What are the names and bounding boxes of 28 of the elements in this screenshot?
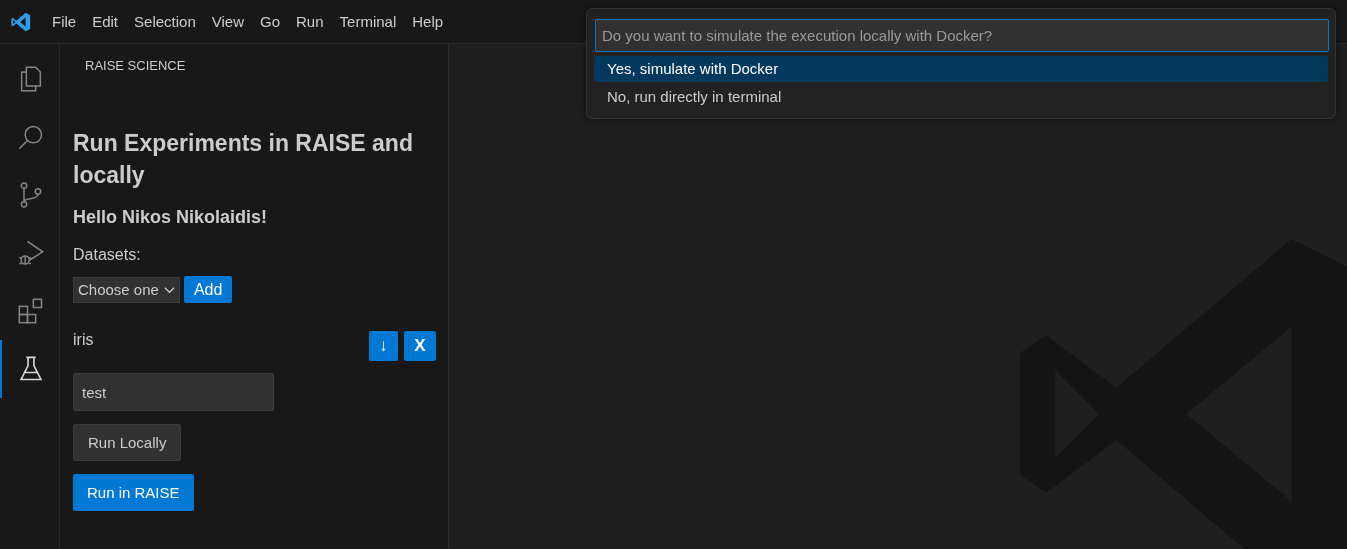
search-icon <box>16 123 45 151</box>
menu-item[interactable]: Edit <box>86 13 125 30</box>
greeting-text: Hello Nikos Nikolaidis! <box>73 207 269 228</box>
panel-heading: Run Experiments in RAISE and locally <box>73 129 414 190</box>
name-input-field[interactable]: test <box>73 373 274 411</box>
chevron-down-icon <box>163 285 175 294</box>
download-button[interactable]: ↓ <box>369 331 398 361</box>
quick-pick-option[interactable]: No, run directly in terminal <box>594 84 1328 110</box>
app-logo-icon <box>10 10 32 33</box>
extensions-icon <box>16 297 45 325</box>
datasets-label: Datasets: <box>73 246 142 264</box>
menu-item[interactable]: Selection <box>128 13 202 30</box>
dataset-dropdown[interactable]: Choose one <box>73 276 180 303</box>
sidebar-title: RAISE SCIENCE <box>84 57 187 75</box>
run-debug-icon <box>16 239 45 267</box>
menu-item[interactable]: View <box>205 13 250 30</box>
run-button[interactable]: Run in RAISE <box>73 474 194 511</box>
menu-item[interactable]: Run <box>290 13 330 30</box>
remove-button[interactable]: X <box>404 331 436 361</box>
menu-item[interactable]: File <box>46 13 83 30</box>
menu-item[interactable]: Terminal <box>333 13 403 30</box>
run-button[interactable]: Run Locally <box>73 424 182 461</box>
quick-pick-input[interactable]: Do you want to simulate the execution locally with Docker? <box>595 19 1329 52</box>
menu-item[interactable]: Help <box>406 13 450 30</box>
add-button[interactable]: Add <box>183 276 233 303</box>
menu-item[interactable]: Go <box>254 13 286 30</box>
quick-pick-option[interactable]: Yes, simulate with Docker <box>594 56 1328 82</box>
dataset-name: iris <box>73 331 94 350</box>
